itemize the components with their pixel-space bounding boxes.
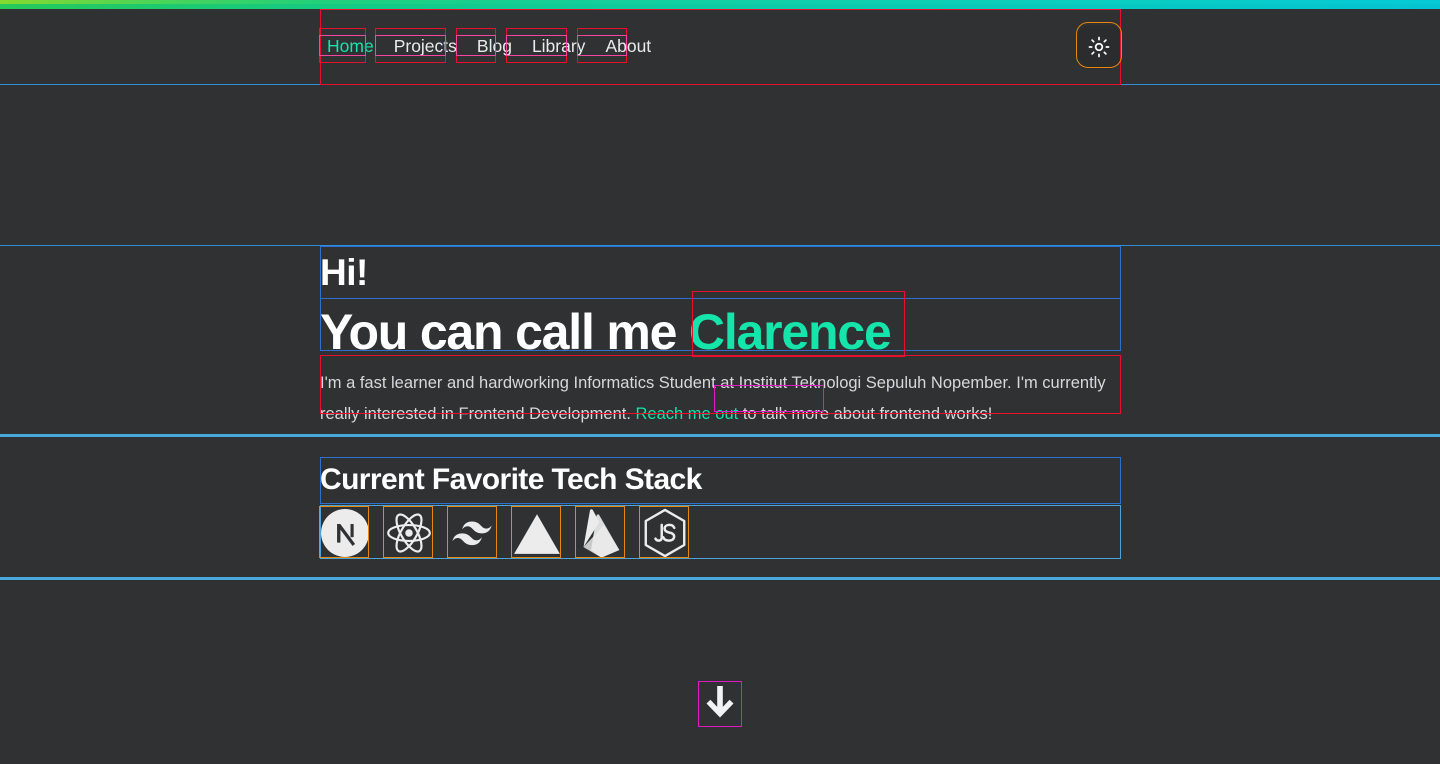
nodejs-icon[interactable] — [640, 508, 690, 558]
theme-toggle-button[interactable] — [1077, 24, 1121, 69]
reach-me-out-link[interactable]: Reach me out — [636, 405, 739, 423]
hero-section: Hi! You can call me Clarence I'm a fast … — [320, 246, 1120, 430]
nav-link-about[interactable]: About — [599, 24, 657, 69]
nav-link-projects[interactable]: Projects — [388, 24, 463, 69]
hero-headline: You can call me Clarence — [320, 300, 1120, 364]
hero-description: I'm a fast learner and hardworking Infor… — [320, 368, 1120, 430]
tech-stack-icon-row — [320, 506, 1120, 560]
arrow-down-icon — [704, 684, 736, 725]
navbar-inner: Home Projects Blog Library About — [320, 11, 1121, 83]
nav-link-home[interactable]: Home — [321, 24, 380, 69]
hero-headline-prefix: You can call me — [320, 304, 689, 360]
main-navbar: Home Projects Blog Library About — [0, 9, 1440, 84]
hero-greeting: Hi! — [320, 252, 368, 293]
nav-link-blog[interactable]: Blog — [471, 24, 518, 69]
nav-link-library[interactable]: Library — [526, 24, 592, 69]
anno-guide-hero-bottom — [0, 434, 1440, 437]
nextjs-icon[interactable] — [320, 508, 370, 558]
scroll-down-button[interactable] — [698, 681, 742, 727]
scroll-progress-gradient-bar-inner — [0, 4, 1440, 9]
react-icon[interactable] — [384, 508, 434, 558]
sun-icon — [1088, 36, 1110, 58]
tech-stack-section: Current Favorite Tech Stack — [320, 456, 1120, 560]
anno-guide-navbar-bottom — [0, 84, 1440, 85]
tech-stack-title: Current Favorite Tech Stack — [320, 463, 702, 496]
hero-name: Clarence — [688, 304, 892, 360]
tailwind-icon[interactable] — [448, 508, 498, 558]
firebase-icon[interactable] — [576, 508, 626, 558]
hero-description-part2: to talk more about frontend works! — [738, 405, 993, 423]
vercel-icon[interactable] — [512, 508, 562, 558]
anno-guide-tech-bottom — [0, 577, 1440, 580]
nav-links-group: Home Projects Blog Library About — [320, 24, 657, 69]
